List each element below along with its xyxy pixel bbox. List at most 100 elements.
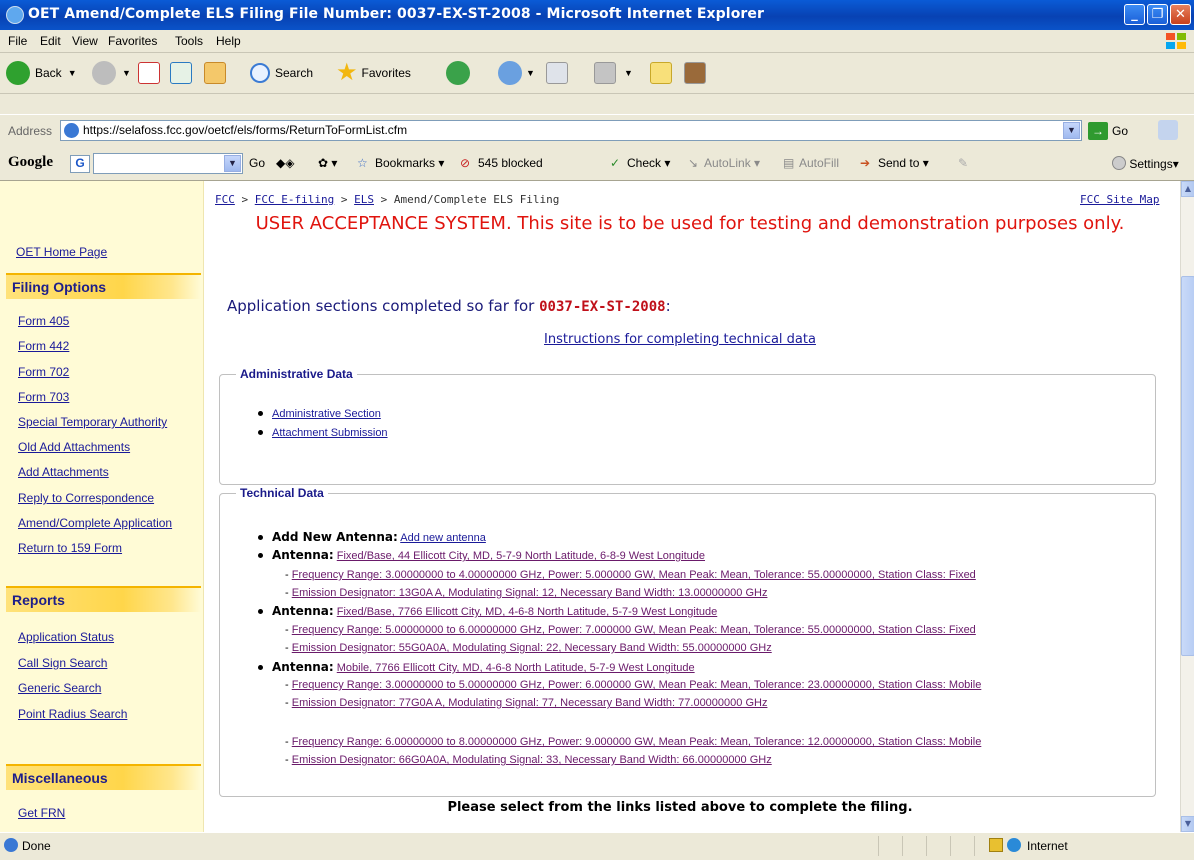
site-map-link[interactable]: FCC Site Map [1080,193,1159,206]
scroll-up-icon[interactable]: ▲ [1181,181,1194,197]
chevron-down-icon[interactable]: ▼ [122,68,131,78]
sidebar-item-call-sign-search[interactable]: Call Sign Search [18,656,107,670]
emission-link[interactable]: Emission Designator: 77G0A A, Modulating… [292,697,768,709]
menu-view[interactable]: View [72,34,98,48]
sidebar-item-add-attachments[interactable]: Add Attachments [18,465,109,479]
sidebar-item-old-add-attachments[interactable]: Old Add Attachments [18,440,130,454]
menu-favorites[interactable]: Favorites [108,34,157,48]
sidebar-item-form-405[interactable]: Form 405 [18,314,69,328]
google-logo[interactable]: Google [8,154,53,171]
refresh-icon [170,62,192,84]
sidebar-item-form-442[interactable]: Form 442 [18,339,69,353]
scrollbar-thumb[interactable] [1181,276,1194,656]
google-menu-icon[interactable]: G [70,155,90,173]
chevron-down-icon[interactable]: ▼ [526,68,535,78]
status-panel [902,836,925,856]
autolink-button[interactable]: AutoLink ▾ [704,156,760,170]
breadcrumb-fcc[interactable]: FCC [215,193,235,206]
add-new-antenna-link[interactable]: Add new antenna [400,532,486,544]
sidebar-item-point-radius-search[interactable]: Point Radius Search [18,707,127,721]
sidebar-item-reply-to-correspondence[interactable]: Reply to Correspondence [18,491,154,505]
antenna-link[interactable]: Fixed/Base, 7766 Ellicott City, MD, 4-6-… [337,606,718,618]
menu-tools[interactable]: Tools [175,34,203,48]
sidebar-item-form-702[interactable]: Form 702 [18,365,69,379]
sidebar-item-return-to-159-form[interactable]: Return to 159 Form [18,541,122,555]
highlight-icon[interactable]: ✎ [958,156,968,170]
search-button[interactable]: Search [250,59,313,87]
send-to-button[interactable]: Send to ▾ [878,156,929,170]
notes-button[interactable] [650,59,672,87]
google-toolbar: Google G ▼ Go ◆◈ ✿ ▾ ☆ Bookmarks ▾ ⊘ 545… [0,147,1194,181]
menu-file[interactable]: File [8,34,27,48]
autofill-button[interactable]: AutoFill [799,156,839,170]
sidebar-item-get-frn[interactable]: Get FRN [18,806,65,820]
chevron-down-icon[interactable]: ▼ [624,68,633,78]
back-arrow-icon [6,61,30,85]
administrative-section-link[interactable]: Administrative Section [272,408,381,420]
address-input[interactable]: https://selafoss.fcc.gov/oetcf/els/forms… [60,120,1082,141]
news-icon[interactable]: ◆◈ [276,156,294,170]
print-button[interactable] [546,59,568,87]
minimize-button[interactable]: _ [1124,4,1145,25]
attachment-submission-link[interactable]: Attachment Submission [272,427,388,439]
page-content: OET Home Page Filing Options Form 405 Fo… [0,181,1180,832]
history-button[interactable] [446,59,470,87]
sidebar-item-oet-home[interactable]: OET Home Page [16,245,107,259]
go-button[interactable]: → Go [1088,120,1128,141]
google-search-input[interactable]: ▼ [93,153,243,174]
antenna-label: Antenna: [272,660,334,674]
settings-button[interactable]: Settings▾ [1112,156,1179,171]
instructions-link[interactable]: Instructions for completing technical da… [205,332,1155,347]
sidebar-item-application-status[interactable]: Application Status [18,630,114,644]
sidebar-item-generic-search[interactable]: Generic Search [18,681,101,695]
vertical-scrollbar[interactable]: ▲ ▼ [1180,181,1194,832]
maximize-button[interactable]: ❐ [1147,4,1168,25]
links-icon[interactable] [1158,120,1178,140]
emission-link[interactable]: Emission Designator: 55G0A0A, Modulating… [292,642,772,654]
list-item: Antenna: Fixed/Base, 44 Ellicott City, M… [258,548,705,562]
page-icon [64,123,79,138]
sidebar-item-amend-complete-application[interactable]: Amend/Complete Application [18,516,172,530]
chevron-down-icon[interactable]: ▼ [224,155,241,172]
chevron-down-icon[interactable]: ▼ [1063,122,1080,139]
list-item: - Frequency Range: 5.00000000 to 6.00000… [285,624,976,636]
check-button[interactable]: Check ▾ [627,156,670,170]
breadcrumb-els[interactable]: ELS [354,193,374,206]
antenna-link[interactable]: Mobile, 7766 Ellicott City, MD, 4-6-8 No… [337,662,695,674]
forward-button[interactable]: ▼ [92,59,131,87]
heading-colon: : [665,297,671,315]
google-go-button[interactable]: Go [249,156,265,170]
frequency-link[interactable]: Frequency Range: 3.00000000 to 5.0000000… [292,679,982,691]
sidebar-item-form-703[interactable]: Form 703 [18,390,69,404]
refresh-button[interactable] [170,59,192,87]
sidebar-item-special-temporary-authority[interactable]: Special Temporary Authority [18,415,167,429]
mail-button[interactable]: ▼ [498,59,535,87]
research-button[interactable] [684,59,706,87]
frequency-link[interactable]: Frequency Range: 5.00000000 to 6.0000000… [292,624,976,636]
scroll-down-icon[interactable]: ▼ [1181,816,1194,832]
favorites-button[interactable]: ★ Favorites [336,59,411,87]
home-button[interactable] [204,59,226,87]
page-heading-text: Application sections completed so far fo… [227,297,535,315]
emission-link[interactable]: Emission Designator: 13G0A A, Modulating… [292,587,768,599]
popup-blocked-count[interactable]: 545 blocked [478,156,543,170]
antenna-link[interactable]: Fixed/Base, 44 Ellicott City, MD, 5-7-9 … [337,550,705,562]
edit-button[interactable]: ▼ [594,59,633,87]
puzzle-icon[interactable]: ✿ ▾ [318,156,337,170]
frequency-link[interactable]: Frequency Range: 6.00000000 to 8.0000000… [292,736,982,748]
menu-edit[interactable]: Edit [40,34,61,48]
breadcrumb-fcc-efiling[interactable]: FCC E-filing [255,193,334,206]
bookmarks-button[interactable]: Bookmarks ▾ [375,156,444,170]
list-item: - Emission Designator: 66G0A0A, Modulati… [285,754,772,766]
file-number: 0037-EX-ST-2008 [539,299,666,315]
star-icon: ★ [336,59,358,86]
emission-link[interactable]: Emission Designator: 66G0A0A, Modulating… [292,754,772,766]
stop-button[interactable] [138,59,160,87]
status-panel [950,836,973,856]
chevron-down-icon[interactable]: ▼ [68,68,77,78]
back-button[interactable]: Back ▼ [6,59,77,87]
menu-help[interactable]: Help [216,34,241,48]
frequency-link[interactable]: Frequency Range: 3.00000000 to 4.0000000… [292,569,976,581]
back-label: Back [35,66,62,80]
close-button[interactable]: ✕ [1170,4,1191,25]
